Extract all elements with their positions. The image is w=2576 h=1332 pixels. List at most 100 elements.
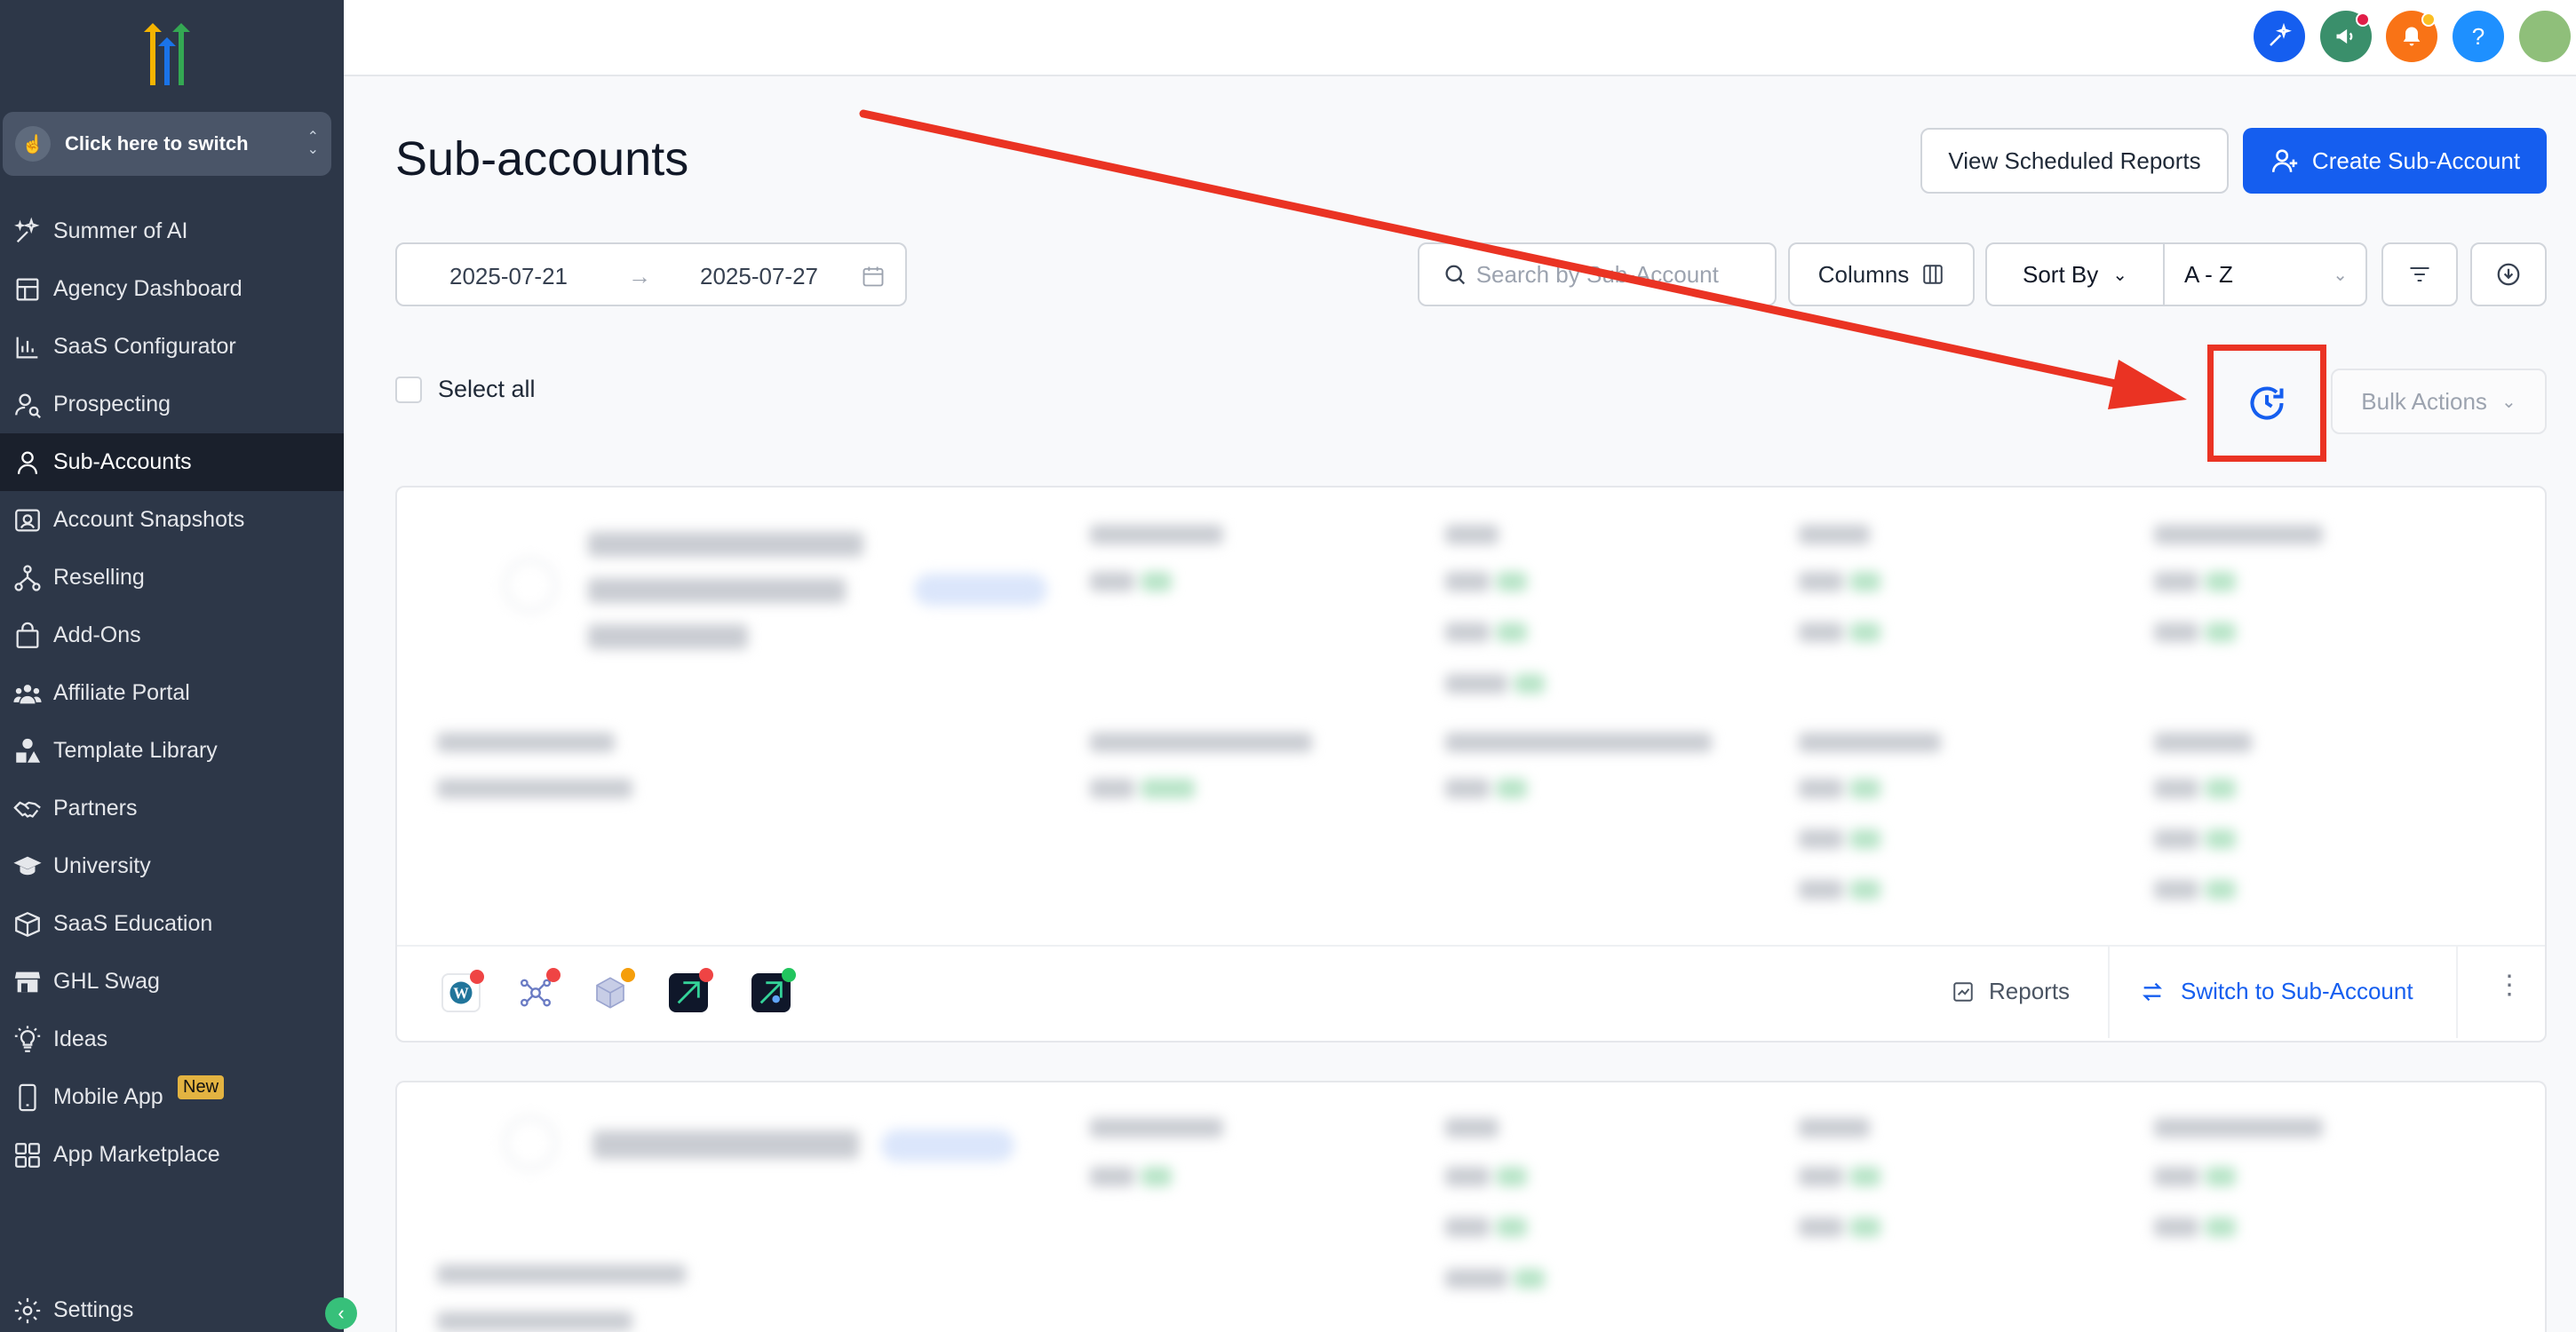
sidebar-item-label: Add-Ons: [53, 622, 141, 647]
phone-icon: [19, 1083, 36, 1111]
sidebar-item-label: University: [53, 853, 151, 878]
integration-app-icon[interactable]: [669, 968, 713, 1012]
wordpress-icon[interactable]: W: [441, 970, 484, 1012]
integration-app-icon[interactable]: [751, 968, 796, 1012]
divider: [2456, 947, 2458, 1038]
sidebar-item-ghl-swag[interactable]: GHL Swag: [0, 953, 344, 1011]
warning-status-dot: [621, 968, 635, 982]
refresh-history-button[interactable]: [2207, 345, 2326, 462]
sparkle-icon: [14, 217, 40, 242]
switch-to-sub-account-link[interactable]: Switch to Sub-Account: [2140, 978, 2413, 1005]
sidebar-item-university[interactable]: University: [0, 837, 344, 895]
grid-icon: [15, 1142, 40, 1168]
notification-dot: [2356, 12, 2370, 27]
select-all[interactable]: Select all: [395, 376, 536, 403]
switch-pointer-icon: ☝: [15, 126, 51, 162]
sidebar-item-app-marketplace[interactable]: App Marketplace: [0, 1126, 344, 1184]
sidebar-item-partners[interactable]: Partners: [0, 780, 344, 837]
sidebar-item-settings[interactable]: Settings: [0, 1281, 344, 1332]
account-switcher[interactable]: ☝ Click here to switch ⌃ ⌄: [3, 112, 331, 176]
date-start: 2025-07-21: [449, 263, 568, 289]
lightbulb-icon: [14, 1025, 41, 1052]
date-end: 2025-07-27: [700, 263, 818, 289]
search-field[interactable]: [1418, 242, 1777, 306]
store-icon: [14, 971, 41, 992]
sidebar-item-agency-dashboard[interactable]: Agency Dashboard: [0, 260, 344, 318]
create-sub-account-button[interactable]: Create Sub-Account: [2243, 128, 2547, 194]
search-input[interactable]: [1475, 260, 1775, 289]
chevron-down-icon: ⌄: [2500, 392, 2516, 412]
card-footer: W Reports Switch to Sub-Account ⋮: [397, 945, 2545, 1038]
sidebar-item-add-ons[interactable]: Add-Ons: [0, 607, 344, 664]
reports-link[interactable]: Reports: [1952, 978, 2070, 1005]
handshake-icon: [13, 801, 41, 818]
sort-control: Sort By ⌄ A - Z ⌄: [1985, 242, 2367, 306]
sidebar-item-label: Template Library: [53, 738, 218, 763]
filter-button[interactable]: [2381, 242, 2458, 306]
error-status-dot: [546, 968, 561, 982]
switch-arrows-icon: [2143, 982, 2162, 1001]
chevron-down-icon: ⌄: [2333, 265, 2348, 285]
sidebar-item-label: Agency Dashboard: [53, 276, 242, 301]
snapshot-icon: [15, 509, 40, 531]
user-plus-icon: [2271, 149, 2298, 172]
integration-network-icon[interactable]: [516, 968, 561, 1012]
switch-label: Switch to Sub-Account: [2181, 978, 2413, 1004]
ai-sparkle-icon[interactable]: [2254, 11, 2305, 62]
chevron-up-down-icon: ⌃ ⌄: [306, 130, 319, 157]
export-button[interactable]: [2470, 242, 2547, 306]
view-scheduled-reports-label: View Scheduled Reports: [1948, 147, 2201, 174]
gear-icon: [14, 1297, 41, 1323]
network-nodes-icon: [520, 979, 552, 1007]
divider: [2108, 947, 2110, 1038]
user-icon: [17, 451, 38, 474]
blurred-card-content: [397, 1082, 2545, 1332]
sort-by-label: Sort By: [2022, 260, 2099, 288]
sidebar-item-label: SaaS Configurator: [53, 334, 236, 359]
sidebar-item-saas-education[interactable]: SaaS Education: [0, 895, 344, 953]
date-range-picker[interactable]: 2025-07-21 → 2025-07-27: [395, 242, 907, 306]
more-vertical-icon[interactable]: ⋮: [2496, 970, 2523, 1001]
bag-icon: [16, 622, 39, 648]
sort-order-select[interactable]: A - Z ⌄: [2165, 244, 2365, 305]
avatar[interactable]: [2519, 11, 2571, 62]
sidebar-item-label: Prospecting: [53, 392, 171, 416]
megaphone-icon[interactable]: [2320, 11, 2372, 62]
chevron-left-icon: ‹: [338, 1302, 345, 1324]
help-icon[interactable]: ?: [2453, 11, 2504, 62]
select-all-checkbox[interactable]: [395, 376, 422, 403]
filter-lines-icon: [2410, 266, 2429, 282]
sub-account-card: W Reports Switch to Sub-Account ⋮: [395, 486, 2547, 1043]
sidebar-item-prospecting[interactable]: Prospecting: [0, 376, 344, 433]
dashboard-icon: [16, 278, 39, 300]
sidebar-item-ideas[interactable]: Ideas: [0, 1011, 344, 1068]
view-scheduled-reports-button[interactable]: View Scheduled Reports: [1920, 128, 2229, 194]
columns-icon: [1923, 265, 1944, 284]
sort-by-button[interactable]: Sort By ⌄: [1987, 244, 2165, 305]
sidebar-item-summer-of-ai[interactable]: Summer of AI: [0, 202, 344, 260]
collapse-sidebar-button[interactable]: ‹: [325, 1297, 357, 1329]
logo: [144, 23, 190, 85]
sidebar-item-saas-configurator[interactable]: SaaS Configurator: [0, 318, 344, 376]
app-glyph-icon: [759, 981, 783, 1004]
sidebar-item-label: Settings: [53, 1297, 134, 1322]
sidebar-item-label: SaaS Education: [53, 911, 213, 936]
sidebar-item-account-snapshots[interactable]: Account Snapshots: [0, 491, 344, 549]
sidebar-item-reselling[interactable]: Reselling: [0, 549, 344, 607]
sidebar-item-affiliate-portal[interactable]: Affiliate Portal: [0, 664, 344, 722]
clock-refresh-icon: [2250, 386, 2284, 420]
sidebar-item-template-library[interactable]: Template Library: [0, 722, 344, 780]
sidebar-item-sub-accounts[interactable]: Sub-Accounts: [0, 433, 344, 491]
bell-icon[interactable]: [2386, 11, 2437, 62]
integration-cube-icon[interactable]: [591, 968, 635, 1012]
users-icon: [13, 684, 42, 703]
page-title: Sub-accounts: [395, 132, 689, 186]
sub-account-card: [395, 1081, 2547, 1332]
columns-button[interactable]: Columns: [1788, 242, 1975, 306]
chart-line-icon: [1953, 981, 1973, 1002]
columns-label: Columns: [1817, 260, 1910, 288]
sidebar-item-mobile-app[interactable]: Mobile App New: [0, 1068, 344, 1126]
box-icon: [15, 911, 40, 937]
blurred-card-content: [397, 488, 2545, 945]
bulk-actions-button[interactable]: Bulk Actions ⌄: [2331, 369, 2547, 434]
